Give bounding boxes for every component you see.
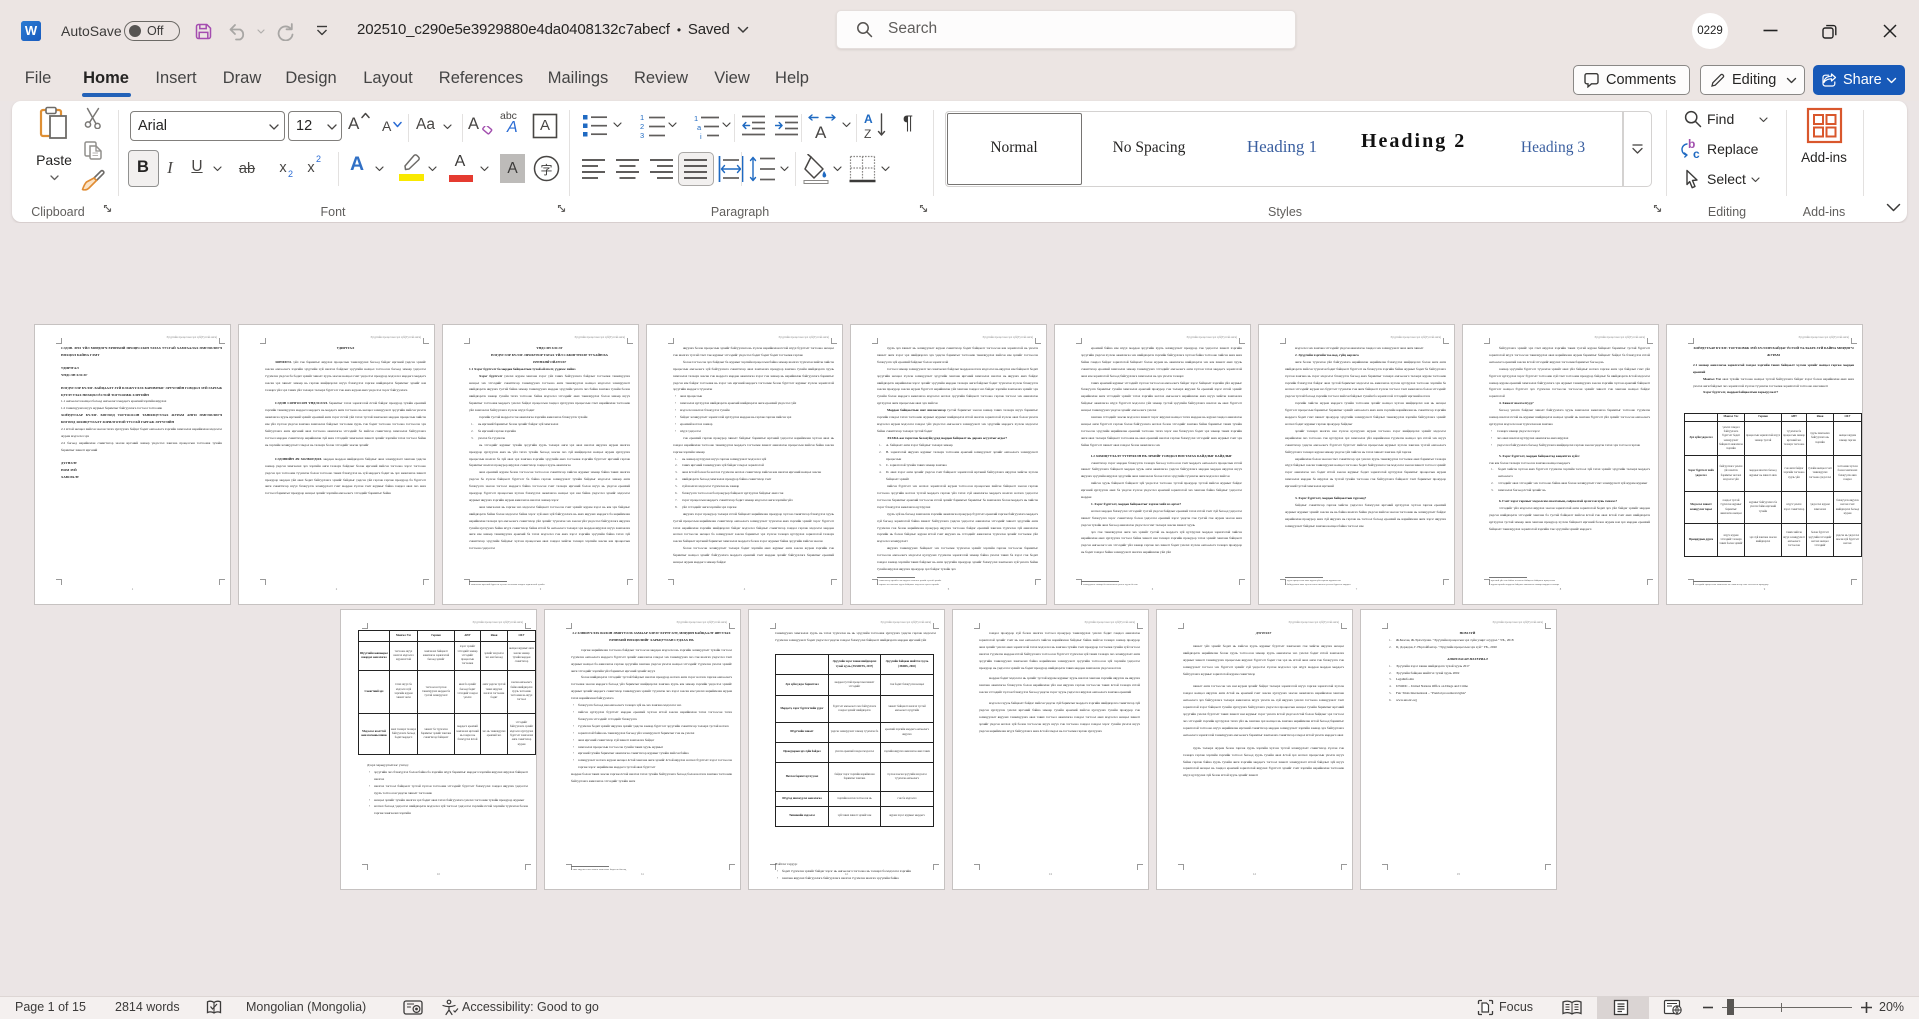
svg-text:1: 1 — [694, 114, 698, 123]
svg-text:a: a — [697, 123, 702, 132]
svg-text:A: A — [815, 123, 827, 140]
svg-text:1: 1 — [640, 113, 644, 122]
svg-text:2: 2 — [640, 122, 644, 131]
svg-text:3: 3 — [640, 131, 644, 139]
svg-text:Z: Z — [864, 127, 871, 141]
svg-text:i: i — [700, 132, 702, 139]
svg-text:A: A — [864, 112, 873, 126]
svg-text:c: c — [1693, 147, 1700, 159]
